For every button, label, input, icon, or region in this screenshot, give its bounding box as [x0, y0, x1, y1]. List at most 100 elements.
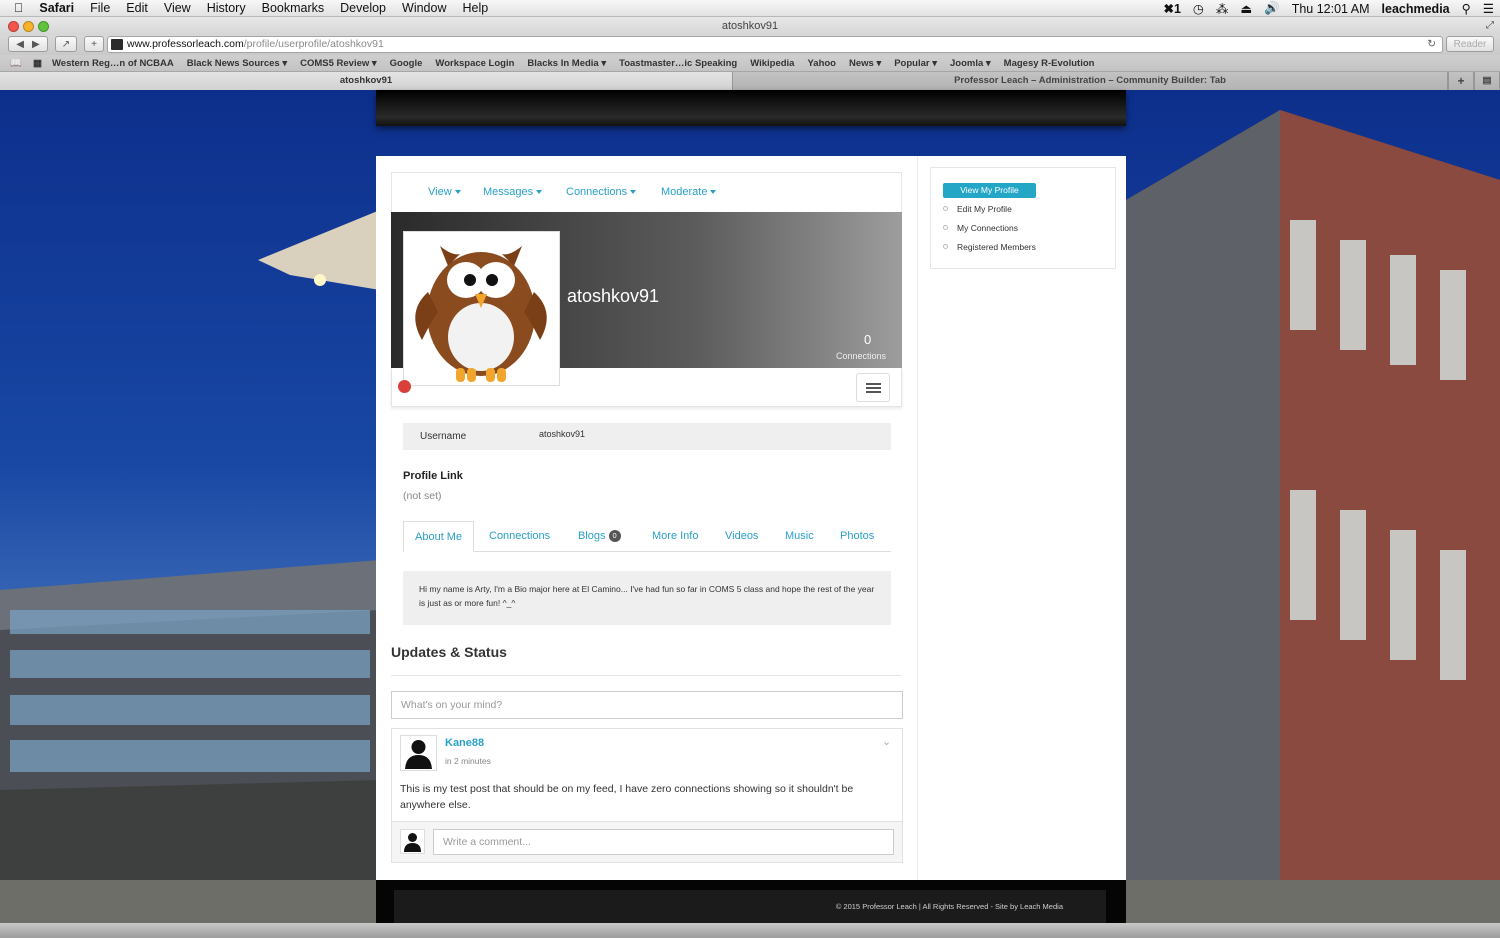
tab-photos[interactable]: Photos	[840, 521, 874, 552]
spotlight-icon[interactable]: ⚲	[1462, 1, 1471, 16]
apple-icon[interactable]: 	[0, 1, 31, 15]
nav-connections[interactable]: Connections	[566, 186, 637, 198]
menu-app[interactable]: Safari	[31, 1, 82, 15]
registered-members-link[interactable]: Registered Members	[957, 242, 1036, 252]
menu-window[interactable]: Window	[394, 1, 454, 15]
reload-icon[interactable]: ↻	[1427, 37, 1436, 52]
author-avatar[interactable]	[400, 735, 437, 771]
profile-avatar[interactable]	[403, 231, 560, 386]
bookmark-item[interactable]: COMS5 Review ▾	[300, 58, 377, 69]
notification-list-icon[interactable]: ☰	[1483, 1, 1494, 16]
blogs-count-badge: 0	[608, 530, 621, 542]
profile-nav: View Messages Connections Moderate	[391, 172, 902, 212]
user-menu[interactable]: leachmedia	[1382, 2, 1450, 16]
reading-list-icon[interactable]: 📖	[10, 58, 22, 69]
post-author[interactable]: Kane88	[445, 737, 484, 749]
top-sites-icon[interactable]: ▦	[33, 58, 42, 69]
menu-edit[interactable]: Edit	[118, 1, 156, 15]
reader-button[interactable]: Reader	[1446, 36, 1494, 52]
menu-file[interactable]: File	[82, 1, 118, 15]
bookmark-item[interactable]: Workspace Login	[435, 58, 514, 69]
caret-down-icon	[630, 190, 637, 194]
my-connections-link[interactable]: My Connections	[957, 223, 1018, 233]
bookmark-item[interactable]: Magesy R-Evolution	[1004, 58, 1095, 69]
comment-row: Write a comment...	[392, 821, 902, 862]
bookmark-item[interactable]: Wikipedia	[750, 58, 794, 69]
footer-text: © 2015 Professor Leach | All Rights Rese…	[394, 890, 1106, 923]
bookmark-item[interactable]: Black News Sources ▾	[187, 58, 287, 69]
back-icon[interactable]: ◀	[16, 39, 24, 50]
tab-overview-icon[interactable]: ▤	[1474, 72, 1500, 90]
caret-down-icon	[710, 190, 717, 194]
tab-admin[interactable]: Professor Leach – Administration – Commu…	[732, 72, 1448, 90]
updates-title: Updates & Status	[391, 644, 507, 660]
tab-about-me[interactable]: About Me	[403, 521, 475, 552]
tab-connections[interactable]: Connections	[489, 521, 550, 552]
tab-bar: atoshkov91 Professor Leach – Administrat…	[0, 72, 1500, 90]
menu-view[interactable]: View	[156, 1, 199, 15]
tab-more-info[interactable]: More Info	[652, 521, 698, 552]
os-menubar:  Safari File Edit View History Bookmark…	[0, 0, 1500, 17]
bookmark-item[interactable]: Popular ▾	[894, 58, 937, 69]
fullscreen-icon[interactable]: ⤢	[1486, 17, 1494, 35]
url-path: /profile/userprofile/atoshkov91	[243, 38, 384, 50]
share-button[interactable]: ↗	[55, 36, 77, 52]
time-machine-icon[interactable]: ◷	[1193, 1, 1204, 16]
bookmarks-bar: 📖 ▦ Western Reg…n of NCBAA Black News So…	[0, 55, 1500, 72]
share-icon: ↗	[61, 38, 71, 50]
post-text: This is my test post that should be on m…	[400, 783, 854, 811]
profile-menu-button[interactable]	[856, 373, 890, 402]
tab-music[interactable]: Music	[785, 521, 814, 552]
tab-atoshkov91[interactable]: atoshkov91	[0, 72, 732, 90]
tab-videos[interactable]: Videos	[725, 521, 758, 552]
bluetooth-icon[interactable]: ⁂	[1216, 1, 1229, 16]
bookmark-item[interactable]: Joomla ▾	[950, 58, 991, 69]
caret-down-icon	[454, 190, 461, 194]
connections-count[interactable]: 0	[864, 332, 871, 347]
nav-connections-label: Connections	[566, 186, 628, 198]
new-tab-button[interactable]: +	[84, 36, 104, 52]
tab-blogs[interactable]: Blogs 0	[578, 521, 621, 552]
bullet-icon	[943, 206, 948, 211]
address-bar[interactable]: www.professorleach.com/profile/userprofi…	[107, 36, 1443, 53]
bookmark-item[interactable]: Yahoo	[807, 58, 836, 69]
bookmark-item[interactable]: News ▾	[849, 58, 881, 69]
add-tab-icon[interactable]: +	[1448, 72, 1474, 90]
bullet-icon	[943, 244, 948, 249]
status-input[interactable]: What's on your mind?	[391, 691, 903, 719]
clock[interactable]: Thu 12:01 AM	[1292, 2, 1370, 16]
bookmark-item[interactable]: Western Reg…n of NCBAA	[52, 58, 174, 69]
forward-icon[interactable]: ▶	[32, 39, 40, 50]
nav-messages[interactable]: Messages	[483, 186, 543, 198]
profile-display-name: atoshkov91	[567, 286, 660, 306]
bookmark-item[interactable]: Google	[390, 58, 423, 69]
menu-bookmarks[interactable]: Bookmarks	[254, 1, 333, 15]
user-silhouette-icon	[404, 833, 421, 852]
close-window-icon[interactable]	[8, 21, 19, 32]
chevron-down-icon[interactable]: ⌄	[882, 735, 891, 748]
connections-label[interactable]: Connections	[816, 351, 886, 361]
menu-history[interactable]: History	[199, 1, 254, 15]
back-forward-buttons: ◀ ▶	[8, 36, 48, 52]
menu-help[interactable]: Help	[454, 1, 496, 15]
adobe-badge: 1	[1173, 2, 1181, 16]
view-my-profile-button[interactable]: View My Profile	[943, 183, 1036, 198]
edit-my-profile-link[interactable]: Edit My Profile	[957, 204, 1012, 214]
nav-moderate-label: Moderate	[661, 186, 708, 198]
main-content: View Messages Connections Moderate atosh…	[376, 156, 1126, 880]
adobe-icon[interactable]: ✖1	[1163, 1, 1180, 16]
bookmark-item[interactable]: Blacks In Media ▾	[527, 58, 606, 69]
bookmark-item[interactable]: Toastmaster…ic Speaking	[619, 58, 737, 69]
about-me-text: Hi my name is Arty, I'm a Bio major here…	[403, 571, 891, 625]
nav-moderate[interactable]: Moderate	[661, 186, 717, 198]
minimize-window-icon[interactable]	[23, 21, 34, 32]
username-value: atoshkov91	[539, 429, 586, 439]
hamburger-icon-line	[866, 391, 881, 393]
nav-view[interactable]: View	[428, 186, 461, 198]
profile-tabs: About Me Connections Blogs 0 More Info Vi…	[403, 521, 891, 552]
comment-input[interactable]: Write a comment...	[433, 829, 894, 855]
menu-develop[interactable]: Develop	[332, 1, 394, 15]
volume-icon[interactable]: 🔊	[1264, 1, 1280, 16]
zoom-window-icon[interactable]	[38, 21, 49, 32]
eject-icon[interactable]: ⏏	[1240, 1, 1252, 16]
